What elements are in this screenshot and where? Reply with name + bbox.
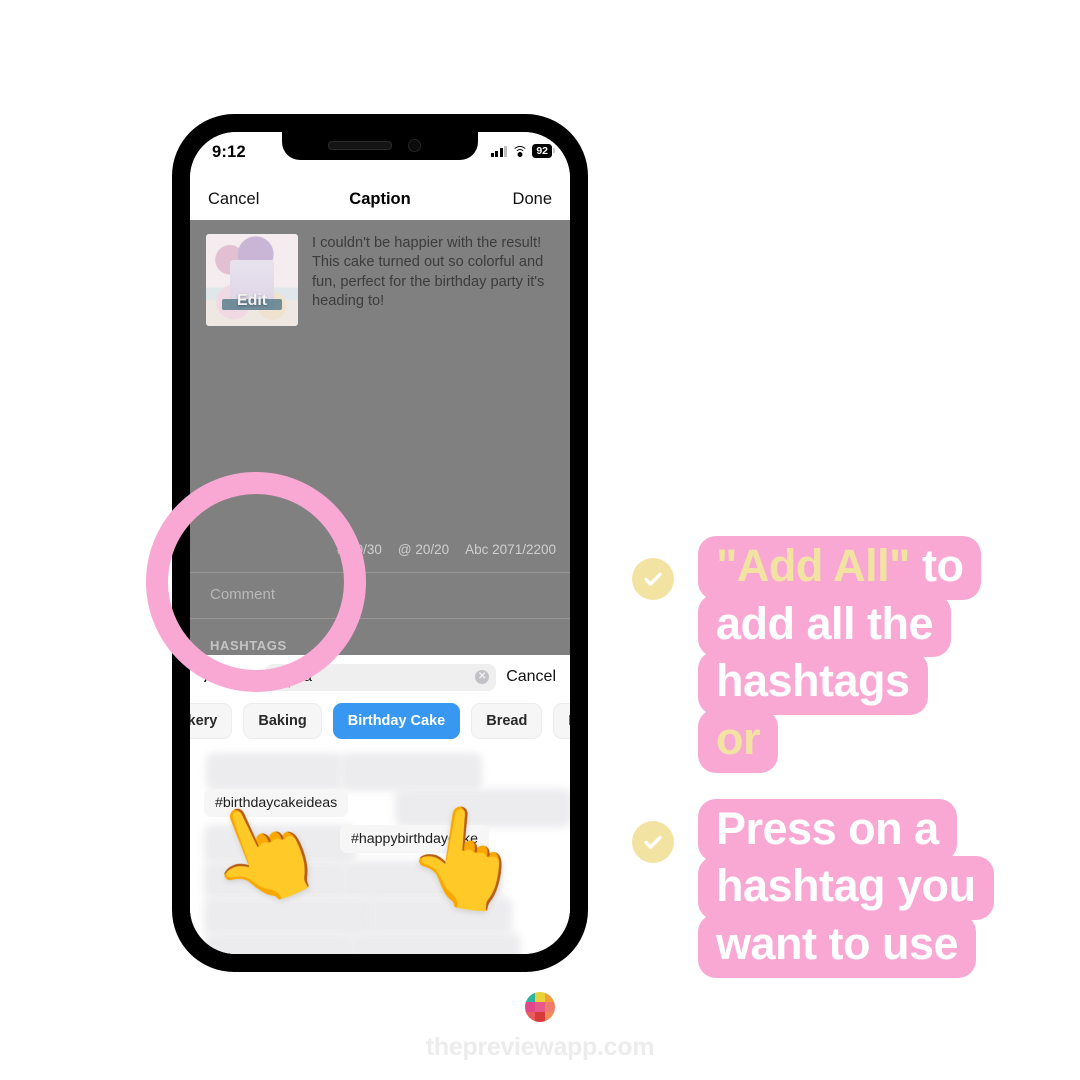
hashtag-item[interactable] xyxy=(204,933,354,954)
phone-notch xyxy=(282,132,478,160)
site-url: thepreviewapp.com xyxy=(425,1033,655,1061)
annotation-line: "Add All" to xyxy=(698,536,982,600)
annotation-block-add-all: "Add All" to add all the hashtags or xyxy=(620,536,1060,773)
cellular-signal-icon xyxy=(490,145,508,157)
annotation-line: or xyxy=(698,709,778,773)
annotation-line: Press on a xyxy=(698,798,957,863)
chip-bakery[interactable]: Bakery xyxy=(190,703,233,739)
wifi-icon xyxy=(511,145,528,157)
nav-done-button[interactable]: Done xyxy=(513,190,552,209)
hashtag-item[interactable] xyxy=(348,933,520,954)
post-thumbnail[interactable]: Edit xyxy=(206,234,298,326)
search-cancel-button[interactable]: Cancel xyxy=(506,668,556,686)
caption-text[interactable]: I couldn't be happier with the result! T… xyxy=(312,234,550,326)
earpiece-speaker-icon xyxy=(328,141,392,150)
chip-breakfast[interactable]: Breakfast xyxy=(553,703,570,739)
annotation-block-press-hashtag: Press on a hashtag you want to use xyxy=(620,798,1060,978)
annotation-lines: "Add All" to add all the hashtags or xyxy=(698,536,1060,773)
check-circle-icon xyxy=(632,820,674,863)
poster-canvas: 9:12 92 Cancel Caption Done Edit I could… xyxy=(0,0,1080,1080)
annotation-line: hashtag you xyxy=(698,856,994,921)
thumbnail-edit-label[interactable]: Edit xyxy=(206,292,298,310)
chip-birthday-cake[interactable]: Birthday Cake xyxy=(332,703,461,739)
caption-preview-row: Edit I couldn't be happier with the resu… xyxy=(206,234,550,326)
annotation-highlight: "Add All" xyxy=(716,540,910,591)
pink-highlight-ring xyxy=(146,472,366,692)
status-time: 9:12 xyxy=(212,143,246,161)
caption-navbar: Cancel Caption Done xyxy=(190,178,570,220)
chip-bread[interactable]: Bread xyxy=(471,703,543,739)
check-circle-icon xyxy=(632,558,674,600)
footer-branding: thepreviewapp.com xyxy=(0,992,1080,1062)
annotation-line: add all the xyxy=(698,593,952,658)
battery-level-badge: 92 xyxy=(532,144,555,158)
nav-cancel-button[interactable]: Cancel xyxy=(208,190,259,209)
annotation-line: hashtags xyxy=(698,651,928,716)
chip-baking[interactable]: Baking xyxy=(243,703,322,739)
character-counter: Abc 2071/2200 xyxy=(465,542,556,557)
clear-icon[interactable]: ✕ xyxy=(475,670,490,684)
annotation-text: to xyxy=(909,540,964,591)
annotation-highlight: or xyxy=(716,713,761,765)
status-indicators: 92 xyxy=(490,144,555,158)
pointing-up-hand-icon: 👆 xyxy=(398,797,532,920)
annotation-line: want to use xyxy=(698,914,977,978)
hashtag-item[interactable] xyxy=(206,753,342,791)
annotation-panel: "Add All" to add all the hashtags or Pre… xyxy=(620,536,1060,1004)
hashtag-sheet: Add All Ca ✕ Cancel Bakery Baking Birthd… xyxy=(190,655,570,954)
annotation-lines: Press on a hashtag you want to use xyxy=(698,798,1060,978)
mention-counter: @ 20/20 xyxy=(397,542,450,557)
caption-counters: # 30/30 @ 20/20 Abc 2071/2200 xyxy=(337,542,556,557)
hashtag-item[interactable] xyxy=(340,753,482,791)
category-chip-row[interactable]: Bakery Baking Birthday Cake Bread Breakf… xyxy=(190,699,570,739)
hashtag-results-list: #birthdaycakeideas #happybirthdaycake 👆 … xyxy=(190,753,570,954)
front-camera-icon xyxy=(408,139,421,152)
preview-app-logo-icon xyxy=(525,992,555,1022)
